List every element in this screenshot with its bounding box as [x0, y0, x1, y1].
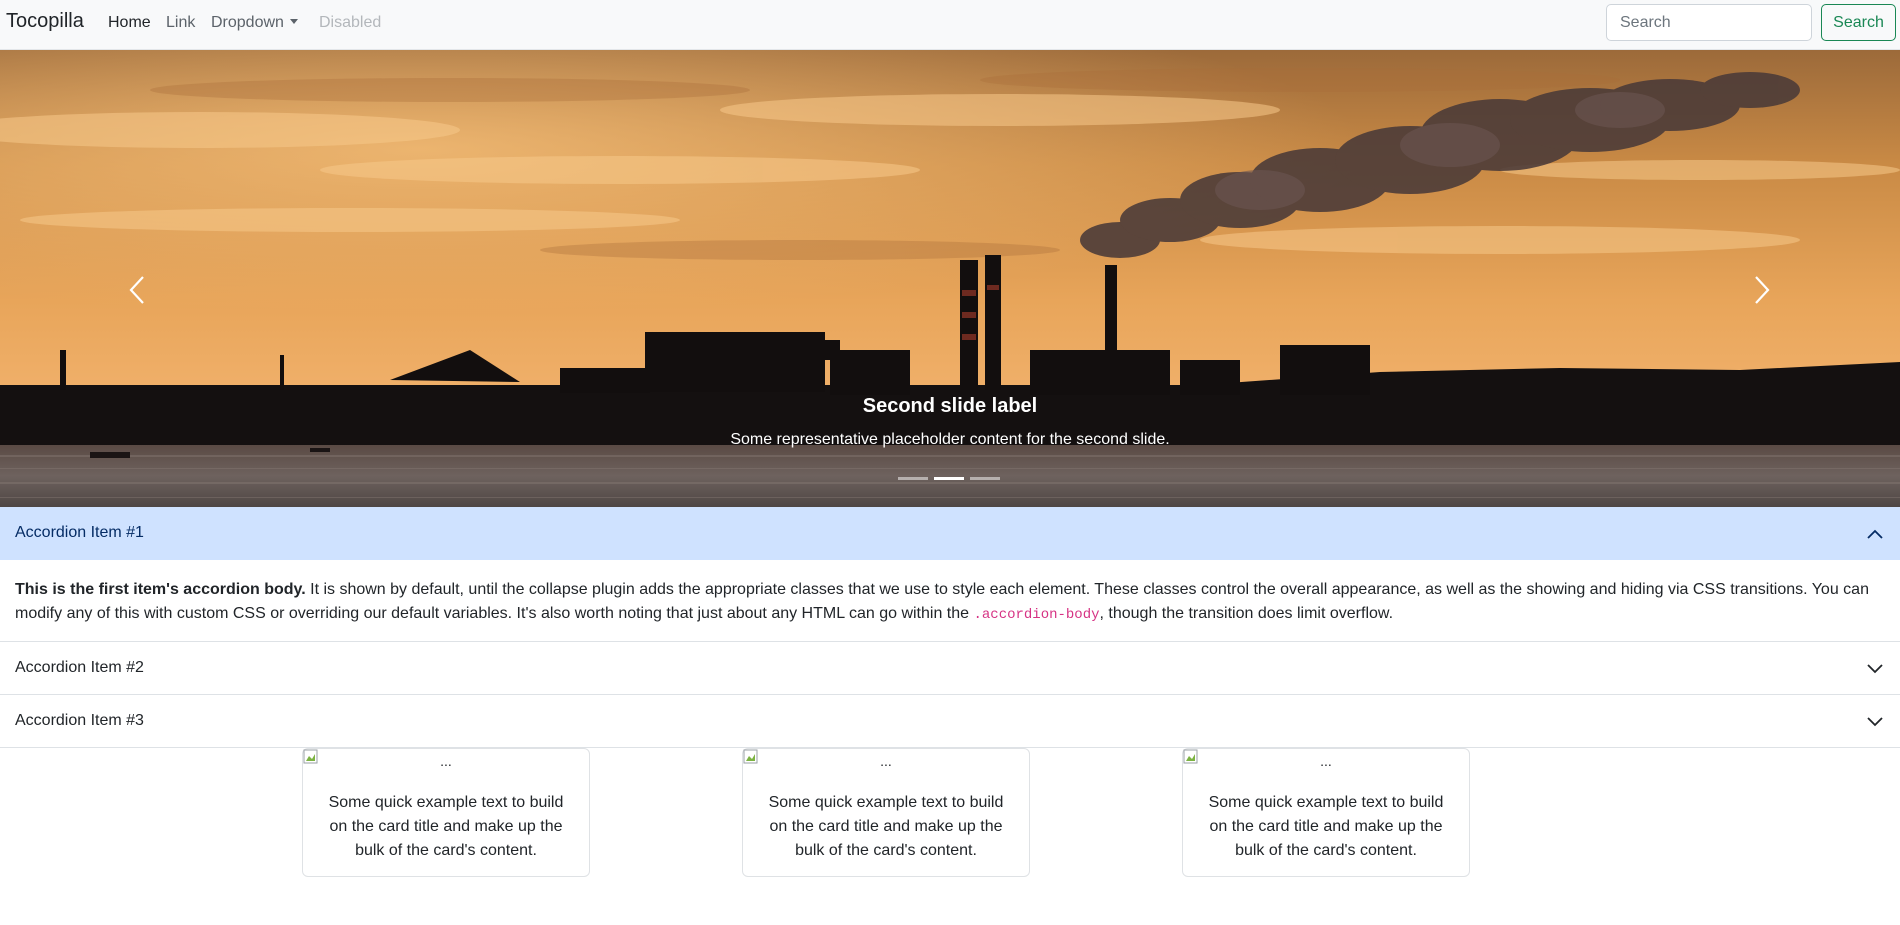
carousel-indicators — [898, 477, 1000, 480]
card: ... Some quick example text to build on … — [302, 748, 590, 877]
accordion-body-code: .accordion-body — [973, 607, 1100, 623]
nav-link-disabled: Disabled — [319, 14, 382, 31]
nav-link-link[interactable]: Link — [166, 14, 195, 32]
chevron-left-icon — [129, 276, 144, 304]
card-image-alt: ... — [440, 753, 452, 769]
carousel-prev-button[interactable] — [117, 260, 157, 320]
nav-dropdown-toggle[interactable]: Dropdown — [211, 14, 298, 32]
carousel-caption-title: Second slide label — [862, 395, 1038, 417]
carousel-next-button[interactable] — [1742, 260, 1782, 320]
navbar: Tocopilla Home Link Dropdown Disabled Se… — [0, 0, 1900, 50]
nav-dropdown-label: Dropdown — [211, 14, 284, 31]
brand-logo-text[interactable]: Tocopilla — [6, 10, 84, 33]
chevron-right-icon — [1755, 276, 1770, 304]
nav-link-home[interactable]: Home — [108, 14, 151, 32]
caret-down-icon — [289, 19, 298, 24]
card-text: Some quick example text to build on the … — [1208, 794, 1444, 859]
accordion-item-1-header[interactable]: Accordion Item #1 — [0, 507, 1900, 560]
accordion-body-strong: This is the first item's accordion body. — [15, 581, 306, 598]
accordion-item-3-header[interactable]: Accordion Item #3 — [0, 695, 1900, 748]
carousel-indicator-3[interactable] — [970, 477, 1000, 480]
card: ... Some quick example text to build on … — [742, 748, 1030, 877]
card: ... Some quick example text to build on … — [1182, 748, 1470, 877]
search-input[interactable] — [1606, 4, 1812, 41]
accordion-body-text-end: , though the transition does limit overf… — [1099, 605, 1394, 622]
chevron-down-icon — [1867, 664, 1883, 674]
chevron-down-icon — [1867, 717, 1883, 727]
search-button[interactable]: Search — [1821, 4, 1896, 41]
chevron-up-icon — [1867, 529, 1883, 539]
carousel-indicator-2[interactable] — [934, 477, 964, 480]
accordion-item-2-header[interactable]: Accordion Item #2 — [0, 642, 1900, 695]
carousel: Second slide label Some representative p… — [0, 50, 1900, 507]
card-text: Some quick example text to build on the … — [328, 794, 564, 859]
accordion-item-3-label: Accordion Item #3 — [15, 712, 144, 729]
card-image-alt: ... — [1320, 753, 1332, 769]
carousel-indicator-1[interactable] — [898, 477, 928, 480]
carousel-caption-text: Some representative placeholder content … — [730, 431, 1170, 448]
card-text: Some quick example text to build on the … — [768, 794, 1004, 859]
card-image-alt: ... — [880, 753, 892, 769]
accordion-item-2-label: Accordion Item #2 — [15, 659, 144, 676]
accordion-item-1-label: Accordion Item #1 — [15, 524, 144, 541]
accordion-item-1-body: This is the first item's accordion body.… — [0, 560, 1900, 642]
